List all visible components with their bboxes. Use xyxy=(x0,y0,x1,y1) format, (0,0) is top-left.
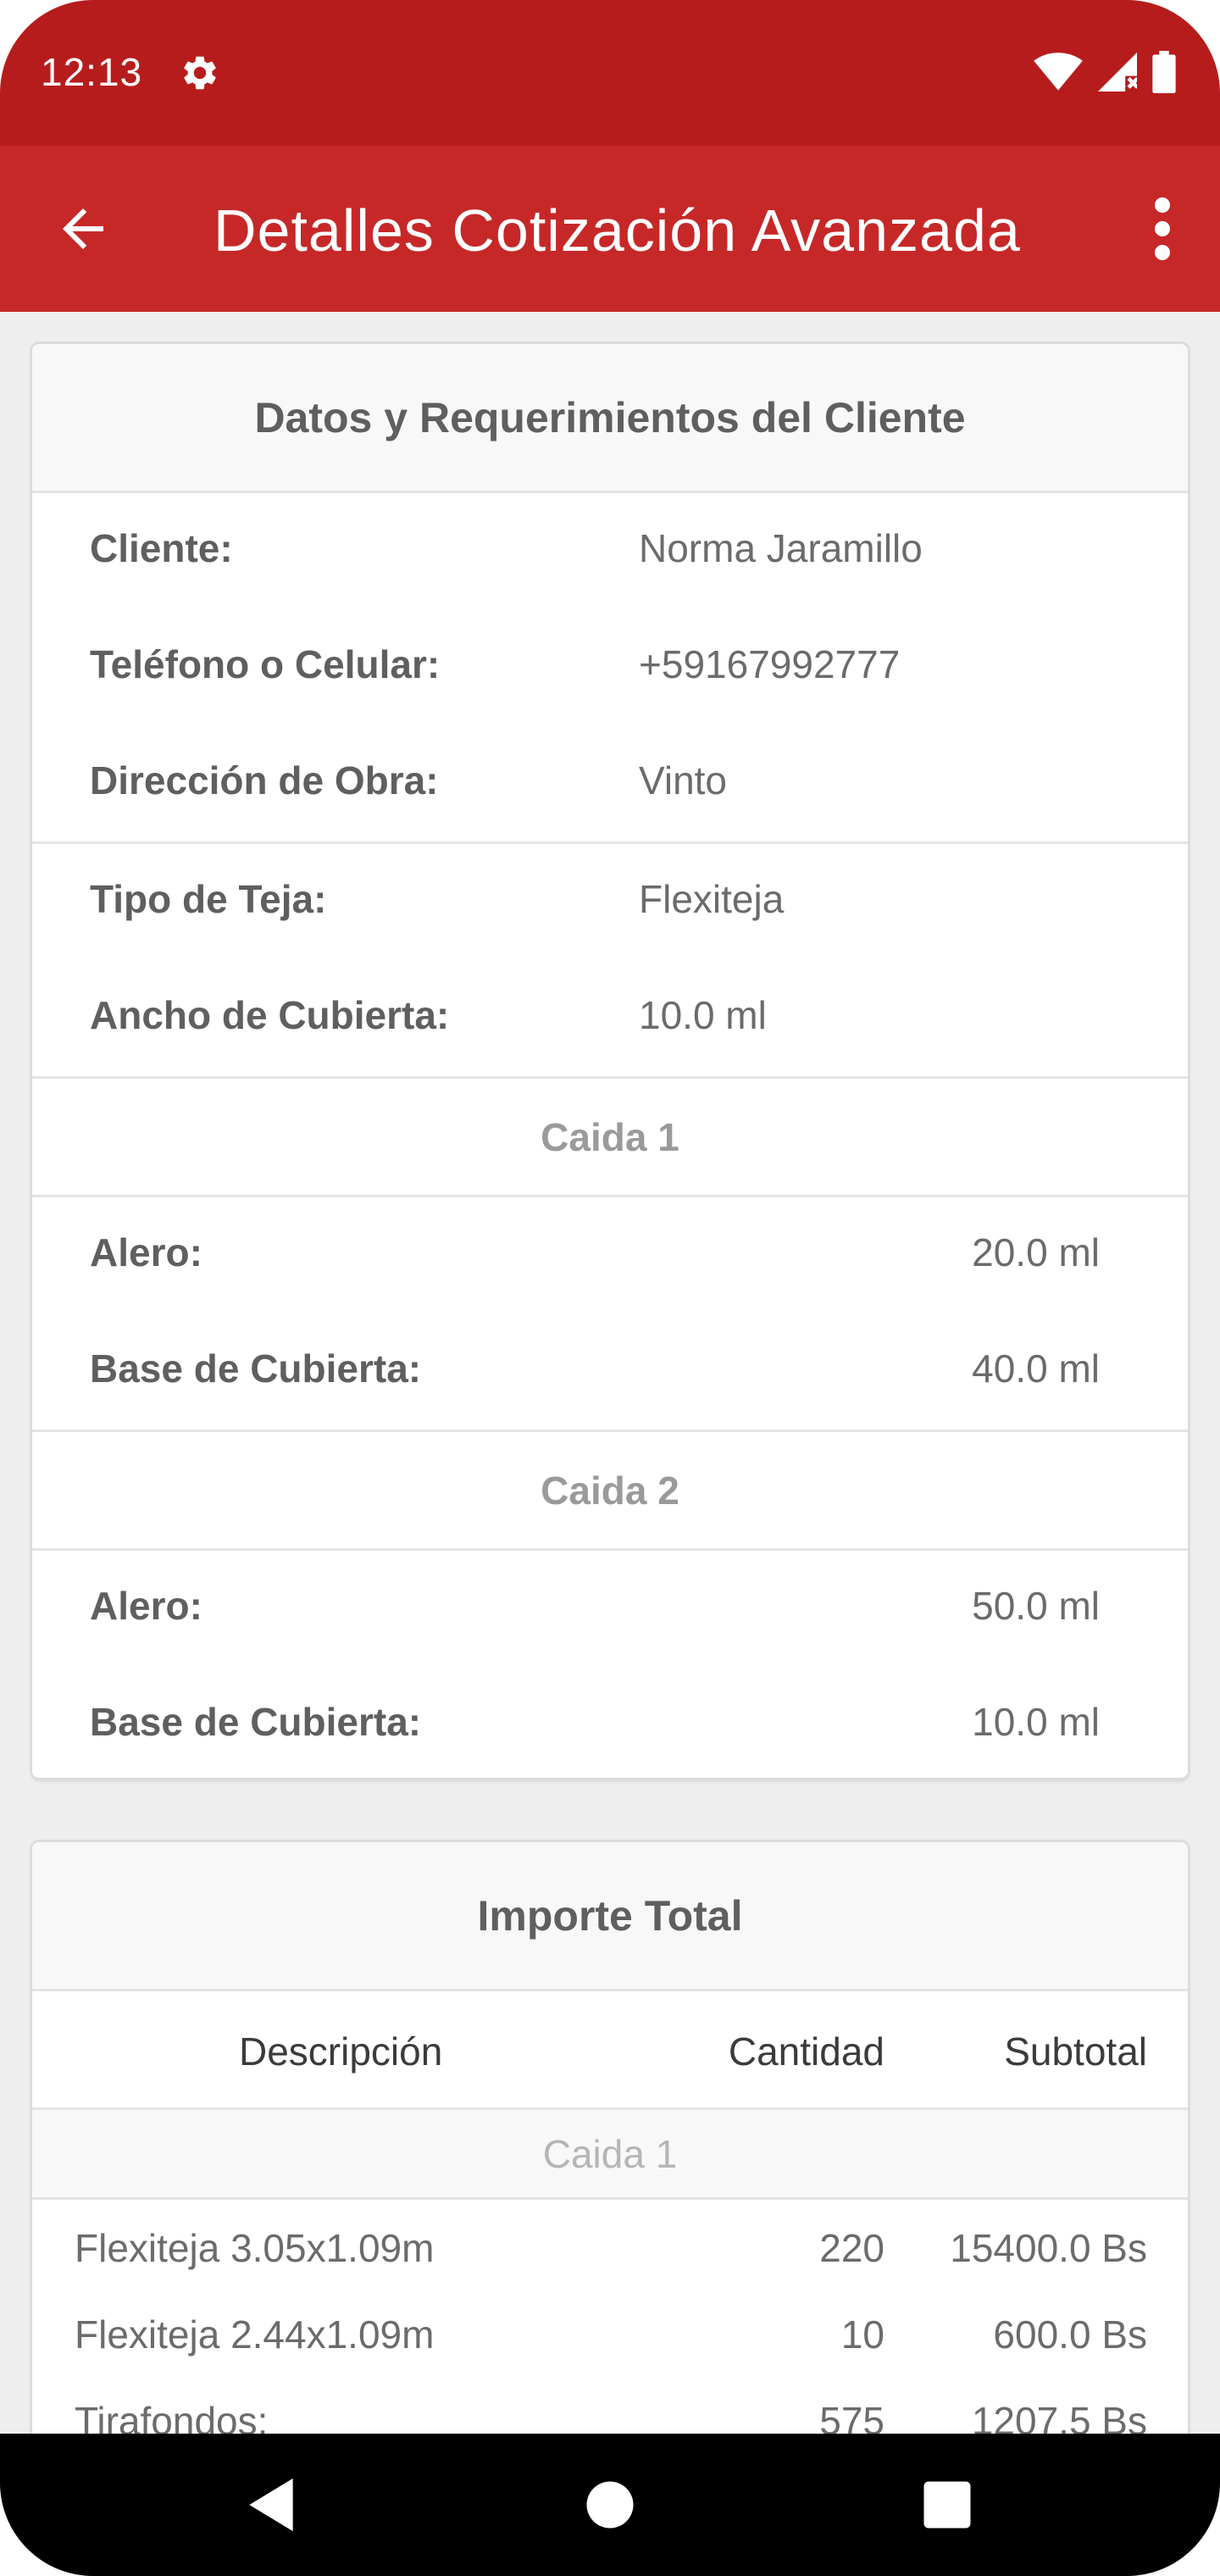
kv-row-base: Base de Cubierta: 40.0 ml xyxy=(32,1313,1188,1430)
kv-label: Cliente: xyxy=(90,526,233,570)
kv-row-roof-width: Ancho de Cubierta: 10.0 ml xyxy=(32,960,1188,1076)
column-header-quantity: Cantidad xyxy=(728,2029,884,2074)
status-icons xyxy=(1034,51,1176,93)
cell-description: Tirafondos: xyxy=(75,2399,269,2434)
kv-value: 40.0 ml xyxy=(972,1346,1100,1391)
kv-label: Base de Cubierta: xyxy=(90,1700,422,1744)
client-card-header: Datos y Requerimientos del Cliente xyxy=(32,344,1188,493)
cell-quantity: 10 xyxy=(840,2312,884,2357)
table-section-caida-1: Caida 1 xyxy=(32,2110,1188,2200)
kv-label: Base de Cubierta: xyxy=(90,1346,422,1391)
page-title: Detalles Cotización Avanzada xyxy=(214,197,1021,264)
navigation-bar xyxy=(0,2434,1220,2576)
cell-subtotal: 15400.0 Bs xyxy=(950,2226,1147,2270)
kv-value: 50.0 ml xyxy=(972,1584,1100,1628)
caida-1-group: Alero: 20.0 ml Base de Cubierta: 40.0 ml xyxy=(32,1197,1188,1432)
kv-value: 20.0 ml xyxy=(972,1230,1100,1274)
kv-label: Alero: xyxy=(90,1230,202,1274)
kv-label: Ancho de Cubierta: xyxy=(90,993,450,1037)
kv-row-roof-type: Tipo de Teja: Flexiteja xyxy=(32,844,1188,960)
kv-label: Tipo de Teja: xyxy=(90,877,327,921)
client-card: Datos y Requerimientos del Cliente Clien… xyxy=(32,344,1188,1778)
kv-value: 10.0 ml xyxy=(972,1700,1100,1744)
kv-value: Norma Jaramillo xyxy=(639,526,923,570)
cell-description: Flexiteja 3.05x1.09m xyxy=(75,2226,435,2270)
kv-row-address: Dirección de Obra: Vinto xyxy=(32,725,1188,841)
arrow-back-icon[interactable] xyxy=(53,198,114,259)
signal-icon xyxy=(1098,53,1137,92)
app-bar: Detalles Cotización Avanzada xyxy=(0,146,1220,312)
kv-label: Dirección de Obra: xyxy=(90,758,439,802)
kv-row-base: Base de Cubierta: 10.0 ml xyxy=(32,1667,1188,1783)
kv-value: 10.0 ml xyxy=(639,993,767,1037)
settings-gear-icon xyxy=(184,56,216,90)
cell-quantity: 575 xyxy=(819,2399,884,2434)
nav-back-icon[interactable] xyxy=(234,2468,308,2542)
cell-subtotal: 600.0 Bs xyxy=(993,2312,1147,2357)
client-info-group: Cliente: Norma Jaramillo Teléfono o Celu… xyxy=(32,493,1188,844)
kv-value: Vinto xyxy=(639,758,728,802)
status-bar: 12:13 xyxy=(0,0,1220,146)
kv-row-alero: Alero: 50.0 ml xyxy=(32,1551,1188,1667)
column-header-description: Descripción xyxy=(239,2029,443,2074)
kv-label: Teléfono o Celular: xyxy=(90,642,441,686)
more-vert-icon[interactable] xyxy=(1142,193,1183,264)
table-row: Flexiteja 2.44x1.09m 10 600.0 Bs xyxy=(32,2286,1188,2373)
column-header-subtotal: Subtotal xyxy=(1004,2029,1147,2074)
cell-description: Flexiteja 2.44x1.09m xyxy=(75,2312,435,2357)
table-header: Descripción Cantidad Subtotal xyxy=(32,1991,1188,2110)
content-scroll[interactable]: Datos y Requerimientos del Cliente Clien… xyxy=(0,312,1220,2434)
kv-value: Flexiteja xyxy=(639,877,785,921)
table-row: Flexiteja 3.05x1.09m 220 15400.0 Bs xyxy=(32,2200,1188,2286)
roof-info-group: Tipo de Teja: Flexiteja Ancho de Cubiert… xyxy=(32,844,1188,1079)
caida-2-group: Alero: 50.0 ml Base de Cubierta: 10.0 ml xyxy=(32,1551,1188,1783)
status-time: 12:13 xyxy=(41,50,143,94)
caida-1-title: Caida 1 xyxy=(32,1079,1188,1197)
kv-row-alero: Alero: 20.0 ml xyxy=(32,1197,1188,1313)
total-card-header: Importe Total xyxy=(32,1842,1188,1991)
battery-icon xyxy=(1152,51,1176,93)
nav-recents-icon[interactable] xyxy=(910,2468,984,2542)
caida-2-title: Caida 2 xyxy=(32,1432,1188,1551)
kv-value: +59167992777 xyxy=(639,642,901,686)
kv-row-phone: Teléfono o Celular: +59167992777 xyxy=(32,609,1188,725)
kv-label: Alero: xyxy=(90,1584,202,1628)
nav-home-icon[interactable] xyxy=(573,2468,647,2542)
table-row: Tirafondos: 575 1207.5 Bs xyxy=(32,2373,1188,2434)
cell-subtotal: 1207.5 Bs xyxy=(971,2399,1147,2434)
cell-quantity: 220 xyxy=(819,2226,884,2270)
phone-screen: 12:13 Detalles Cotización Avanzada Datos… xyxy=(0,0,1220,2576)
wifi-icon xyxy=(1034,53,1083,91)
kv-row-client: Cliente: Norma Jaramillo xyxy=(32,493,1188,609)
total-card: Importe Total Descripción Cantidad Subto… xyxy=(32,1842,1188,2434)
